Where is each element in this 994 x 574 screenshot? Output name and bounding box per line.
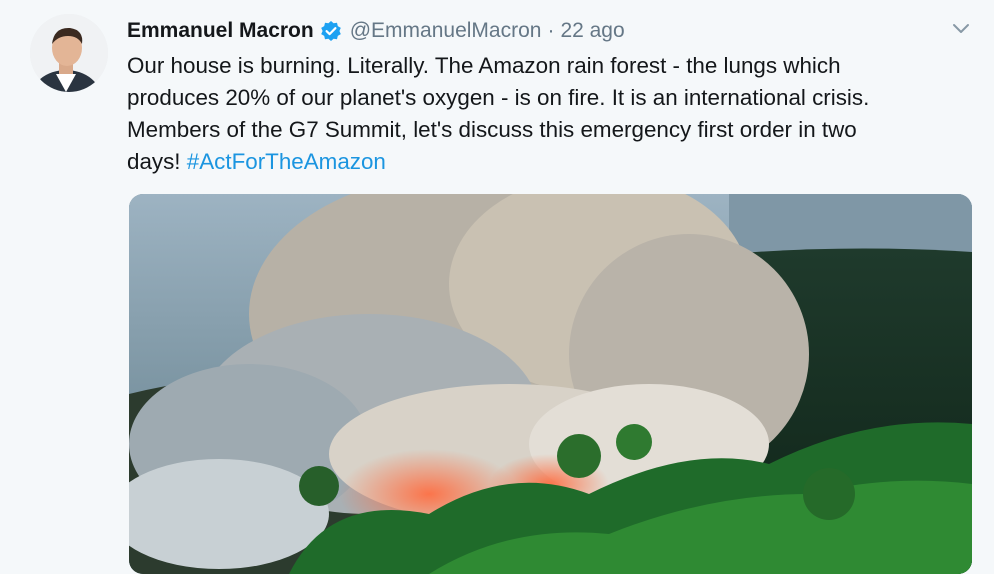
user-handle[interactable]: @EmmanuelMacron [350,19,542,43]
chevron-down-icon[interactable] [948,18,974,40]
tweet-header: Emmanuel Macron @EmmanuelMacron · 22 ago [127,15,625,47]
tweet-text-line: Members of the G7 Summit, let's discuss … [127,117,857,142]
header-separator: · [547,19,555,42]
tweet-text-tail: days! [127,149,181,174]
hashtag-link[interactable]: #ActForTheAmazon [187,149,386,174]
timestamp[interactable]: 22 ago [560,19,624,43]
avatar[interactable] [30,14,108,92]
tweet-media-image[interactable] [129,194,972,574]
tweet-text-line: days! #ActForTheAmazon [127,146,967,178]
display-name[interactable]: Emmanuel Macron [127,19,314,43]
tweet-text: Our house is burning. Literally. The Ama… [127,50,967,178]
tweet-text-line: produces 20% of our planet's oxygen - is… [127,85,870,110]
tweet-card[interactable]: Emmanuel Macron @EmmanuelMacron · 22 ago… [0,0,994,574]
forest-fire-photo [129,194,972,574]
verified-badge-icon [320,20,342,42]
tweet-text-line: Our house is burning. Literally. The Ama… [127,53,841,78]
